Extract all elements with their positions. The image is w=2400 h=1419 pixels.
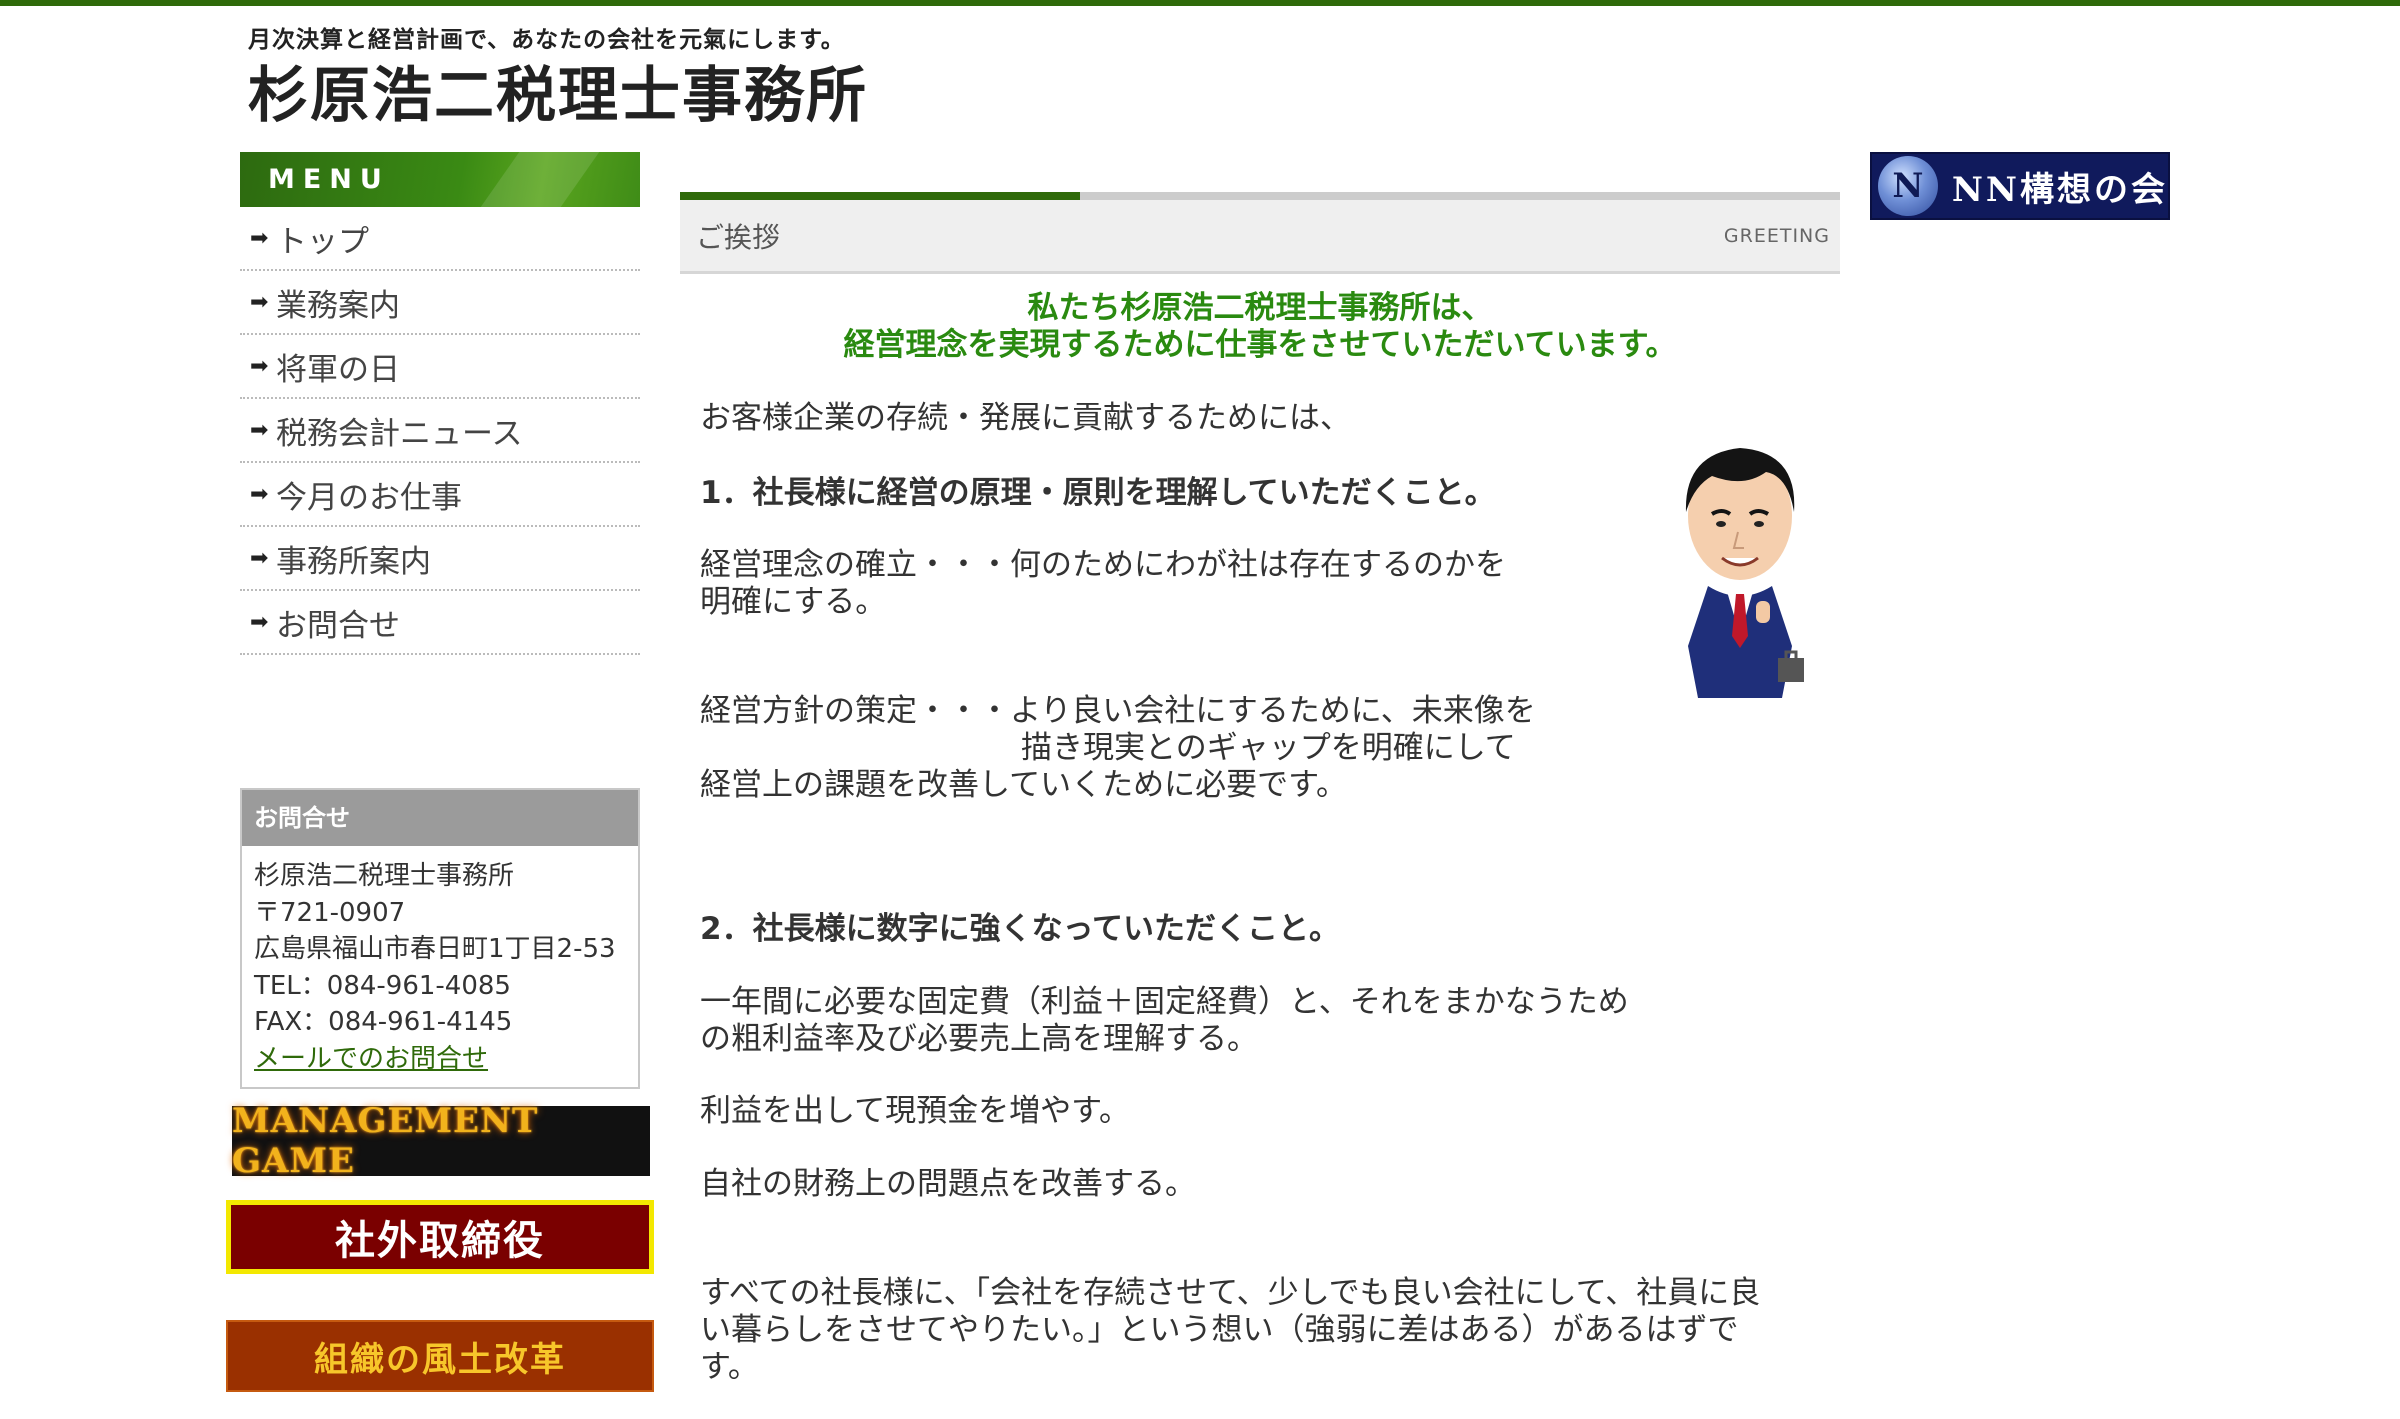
top-accent-bar <box>0 0 2400 6</box>
section-title-en: GREETING <box>1723 224 1830 247</box>
contact-office-name: 杉原浩二税理士事務所 <box>254 861 515 891</box>
arrow-right-icon: ➡ <box>250 353 269 379</box>
site-header: 月次決算と経営計画で、あなたの会社を元氣にします。 杉原浩二税理士事務所 <box>248 20 1148 126</box>
arrow-right-icon: ➡ <box>250 289 269 315</box>
intro-text: お客様企業の存続・発展に貢献するためには、 <box>700 400 1351 436</box>
contact-fax: FAX：084-961-4145 <box>254 1007 513 1037</box>
menu-item-monthly-work[interactable]: ➡ 今月のお仕事 <box>240 463 640 527</box>
culture-reform-banner[interactable]: 組織の風土改革 <box>226 1320 654 1392</box>
menu-item-label: 今月のお仕事 <box>276 479 462 516</box>
section-accent-bar <box>680 192 1840 200</box>
menu-item-label: 事務所案内 <box>276 543 431 580</box>
contact-postal-code: 〒721-0907 <box>254 897 406 928</box>
arrow-right-icon: ➡ <box>250 609 269 635</box>
lead-statement: 私たち杉原浩二税理士事務所は、 経営理念を実現するために仕事をさせていただいてい… <box>680 290 1840 364</box>
paragraph-text: 自社の財務上の問題点を改善する。 <box>700 1166 1196 1202</box>
paragraph-text: 利益を出して現預金を増やす。 <box>700 1093 1130 1129</box>
arrow-right-icon: ➡ <box>250 481 269 507</box>
arrow-right-icon: ➡ <box>250 225 269 251</box>
nn-banner-text: NN構想の会 <box>1951 169 2168 210</box>
director-caricature-image <box>1685 448 1804 698</box>
menu-item-label: 将軍の日 <box>276 351 400 388</box>
section-accent-fill <box>680 192 1080 200</box>
sidebar-menu: MENU ➡ トップ ➡ 業務案内 ➡ 将軍の日 ➡ 税務会計ニュース ➡ 今月のお仕事 … <box>240 152 640 655</box>
paragraph-text: すべての社長様に、「会社を存続させて、少しでも良い会社にして、社員に良 <box>700 1275 1761 1311</box>
paragraph-text: 経営上の課題を改善していくために必要です。 <box>700 767 1347 803</box>
menu-heading: MENU <box>240 152 640 207</box>
lead-line: 経営理念を実現するために仕事をさせていただいています。 <box>843 327 1677 363</box>
point-1-heading: 1．社長様に経営の原理・原則を理解していただくこと。 <box>700 475 1496 511</box>
contact-tel: TEL：084-961-4085 <box>254 970 511 1001</box>
menu-item-tax-news[interactable]: ➡ 税務会計ニュース <box>240 399 640 463</box>
outside-director-banner[interactable]: 社外取締役 <box>226 1200 654 1274</box>
main-section-header: ご挨拶 GREETING <box>680 192 1840 274</box>
paragraph-text: す。 <box>700 1349 759 1385</box>
menu-item-label: 業務案内 <box>276 287 400 324</box>
menu-item-top[interactable]: ➡ トップ <box>240 207 640 271</box>
contact-mail-link[interactable]: メールでのお問合せ <box>254 1041 626 1078</box>
section-title: ご挨拶 <box>696 220 781 254</box>
nn-initiative-banner[interactable]: N NN構想の会 <box>1870 152 2170 220</box>
paragraph-text: い暮らしをさせてやりたい。」という想い（強弱に差はある）があるはずで <box>700 1312 1739 1348</box>
site-tagline: 月次決算と経営計画で、あなたの会社を元氣にします。 <box>248 27 845 53</box>
contact-address: 広島県福山市春日町1丁目2-53 <box>254 934 616 964</box>
paragraph-text: の粗利益率及び必要売上高を理解する。 <box>700 1021 1258 1057</box>
paragraph-text: 描き現実とのギャップを明確にして <box>1021 730 1516 766</box>
arrow-right-icon: ➡ <box>250 545 269 571</box>
paragraph-text: 経営理念の確立・・・何のためにわが社は存在するのかを <box>700 547 1506 583</box>
paragraph-text: 明確にする。 <box>700 584 887 620</box>
contact-heading: お問合せ <box>242 790 638 846</box>
lead-line: 私たち杉原浩二税理士事務所は、 <box>1027 290 1493 326</box>
paragraph-text: 経営方針の策定・・・より良い会社にするために、未来像を <box>700 693 1536 729</box>
menu-item-contact[interactable]: ➡ お問合せ <box>240 591 640 655</box>
paragraph-text: 一年間に必要な固定費（利益＋固定経費）と、それをまかなうため <box>700 984 1629 1020</box>
contact-box: お問合せ 杉原浩二税理士事務所 〒721-0907 広島県福山市春日町1丁目2-… <box>240 788 640 1089</box>
contact-body: 杉原浩二税理士事務所 〒721-0907 広島県福山市春日町1丁目2-53 TE… <box>242 846 638 1087</box>
management-game-banner[interactable]: MANAGEMENT GAME <box>232 1101 650 1181</box>
menu-item-shogun-day[interactable]: ➡ 将軍の日 <box>240 335 640 399</box>
menu-item-services[interactable]: ➡ 業務案内 <box>240 271 640 335</box>
site-title[interactable]: 杉原浩二税理士事務所 <box>248 66 1148 126</box>
arrow-right-icon: ➡ <box>250 417 269 443</box>
menu-item-label: 税務会計ニュース <box>276 415 523 452</box>
menu-list: ➡ トップ ➡ 業務案内 ➡ 将軍の日 ➡ 税務会計ニュース ➡ 今月のお仕事 ➡ 事務所案… <box>240 207 640 655</box>
point-2-heading: 2．社長様に数字に強くなっていただくこと。 <box>700 911 1341 947</box>
menu-item-label: お問合せ <box>276 607 400 644</box>
nn-logo-icon: N <box>1878 156 1938 216</box>
menu-item-office-info[interactable]: ➡ 事務所案内 <box>240 527 640 591</box>
section-heading: ご挨拶 GREETING <box>680 200 1840 274</box>
menu-item-label: トップ <box>276 223 369 260</box>
